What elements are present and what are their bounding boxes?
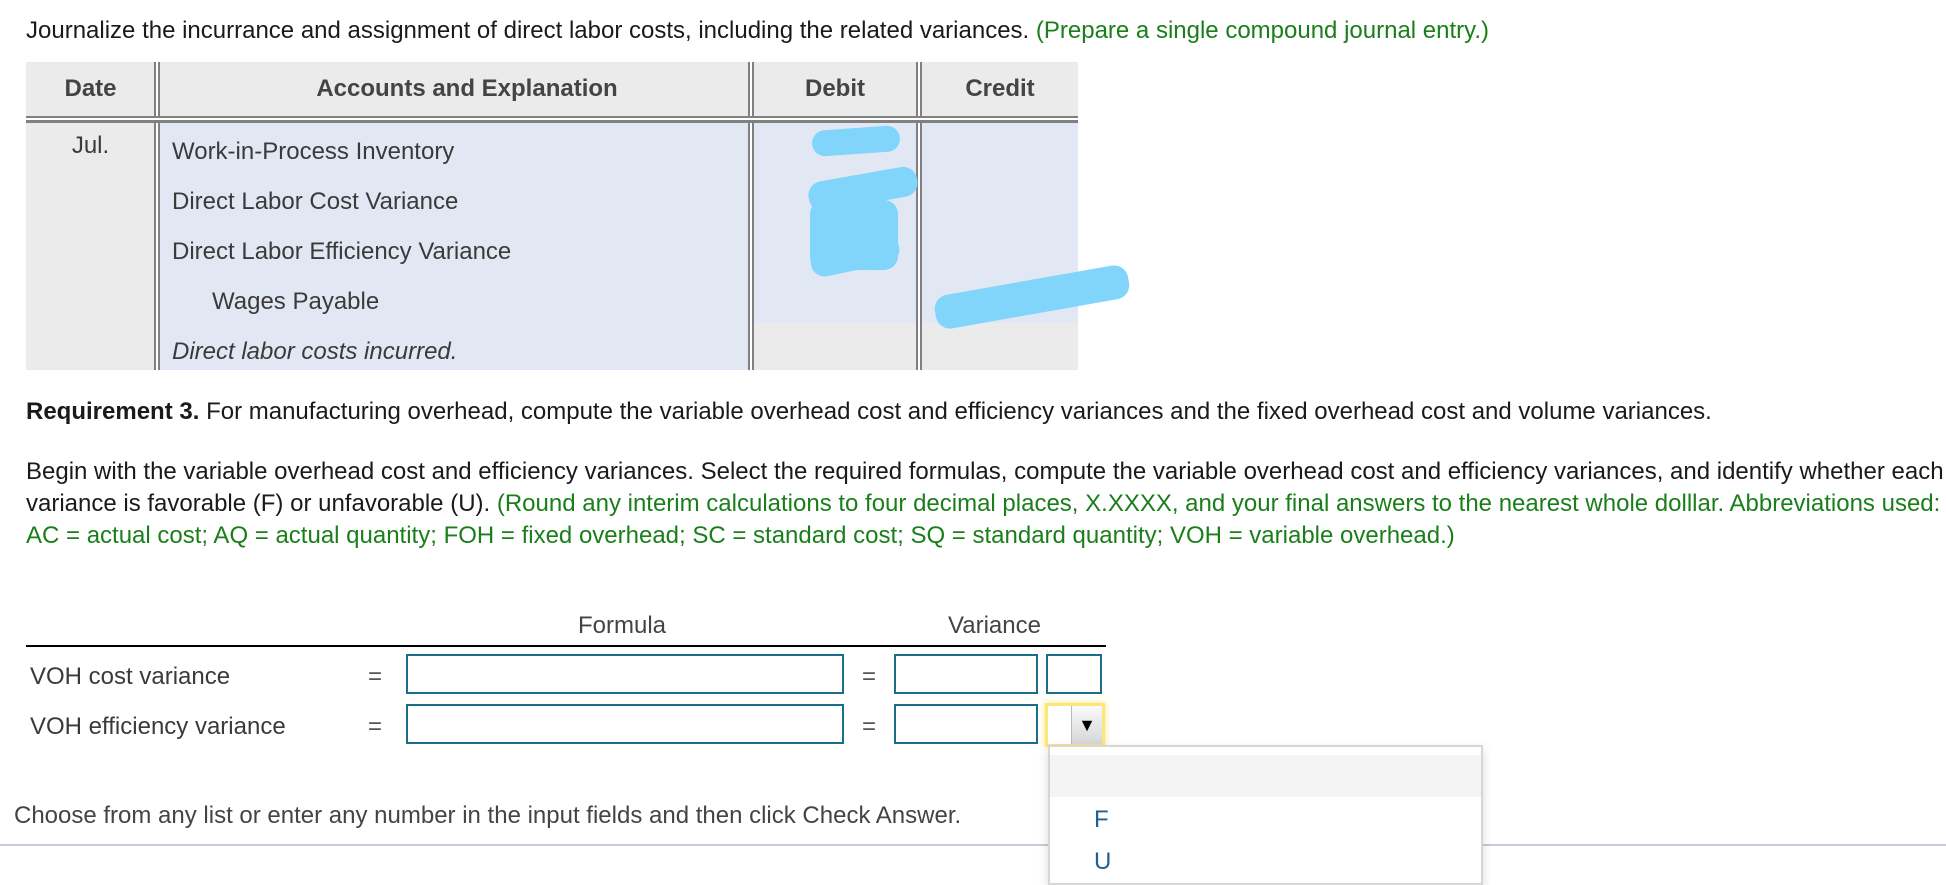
voh-cost-fu-select[interactable] bbox=[1046, 654, 1102, 694]
account-row[interactable]: Direct Labor Cost Variance bbox=[172, 177, 458, 227]
fu-dropdown-list: F U bbox=[1048, 745, 1483, 885]
voh-cost-formula-field[interactable] bbox=[408, 656, 842, 692]
voh-cost-formula-input[interactable] bbox=[406, 654, 844, 694]
dropdown-option-unfavorable[interactable]: U bbox=[1050, 841, 1481, 883]
row-label-voh-efficiency-variance: VOH efficiency variance bbox=[30, 713, 286, 740]
dropdown-option-blank[interactable] bbox=[1050, 755, 1481, 797]
requirement-3: Requirement 3. For manufacturing overhea… bbox=[26, 398, 1712, 426]
header-date: Date bbox=[26, 62, 155, 116]
dropdown-option-favorable[interactable]: F bbox=[1050, 799, 1481, 841]
equals-sign: = bbox=[862, 713, 877, 740]
account-row[interactable]: Work-in-Process Inventory bbox=[172, 127, 454, 177]
entry-explanation[interactable]: Direct labor costs incurred. bbox=[172, 327, 457, 377]
instructions-paragraph: Begin with the variable overhead cost an… bbox=[26, 456, 1946, 552]
equals-sign: = bbox=[368, 663, 383, 690]
account-row[interactable]: Direct Labor Efficiency Variance bbox=[172, 227, 511, 277]
account-row[interactable]: Wages Payable bbox=[212, 277, 379, 327]
header-variance: Variance bbox=[948, 612, 1041, 639]
credit-cell bbox=[922, 123, 1078, 370]
header-underline bbox=[26, 645, 1106, 647]
header-accounts: Accounts and Explanation bbox=[160, 62, 774, 116]
instruction-note: (Prepare a single compound journal entry… bbox=[1035, 17, 1490, 44]
date-cell bbox=[26, 123, 155, 370]
footer-instruction: Choose from any list or enter any number… bbox=[14, 802, 962, 829]
header-divider bbox=[26, 116, 1078, 123]
entry-date: Jul. bbox=[71, 132, 110, 159]
header-formula: Formula bbox=[578, 612, 667, 639]
voh-cost-variance-field[interactable] bbox=[896, 656, 1036, 692]
voh-efficiency-variance-input[interactable] bbox=[894, 704, 1038, 744]
equals-sign: = bbox=[862, 663, 877, 690]
dropdown-arrow-icon[interactable]: ▼ bbox=[1071, 706, 1102, 744]
equals-sign: = bbox=[368, 713, 383, 740]
row-label-voh-cost-variance: VOH cost variance bbox=[30, 663, 231, 690]
instruction-main: Journalize the incurrance and assignment… bbox=[26, 17, 1030, 44]
voh-efficiency-variance-field[interactable] bbox=[896, 706, 1036, 742]
requirement-text: For manufacturing overhead, compute the … bbox=[206, 398, 1712, 425]
footer-divider bbox=[0, 844, 1946, 846]
requirement-label: Requirement 3. bbox=[26, 398, 200, 425]
voh-efficiency-formula-input[interactable] bbox=[406, 704, 844, 744]
journal-entry-table: Date Jul. Accounts and Explanation Work-… bbox=[26, 62, 1132, 370]
voh-cost-variance-input[interactable] bbox=[894, 654, 1038, 694]
instruction-text: Journalize the incurrance and assignment… bbox=[26, 17, 1489, 45]
header-credit: Credit bbox=[922, 62, 1078, 116]
accounts-cell[interactable]: Work-in-Process Inventory Direct Labor C… bbox=[160, 123, 774, 370]
header-debit: Debit bbox=[754, 62, 916, 116]
voh-efficiency-formula-field[interactable] bbox=[408, 706, 842, 742]
voh-efficiency-fu-select[interactable]: ▼ bbox=[1045, 703, 1105, 747]
